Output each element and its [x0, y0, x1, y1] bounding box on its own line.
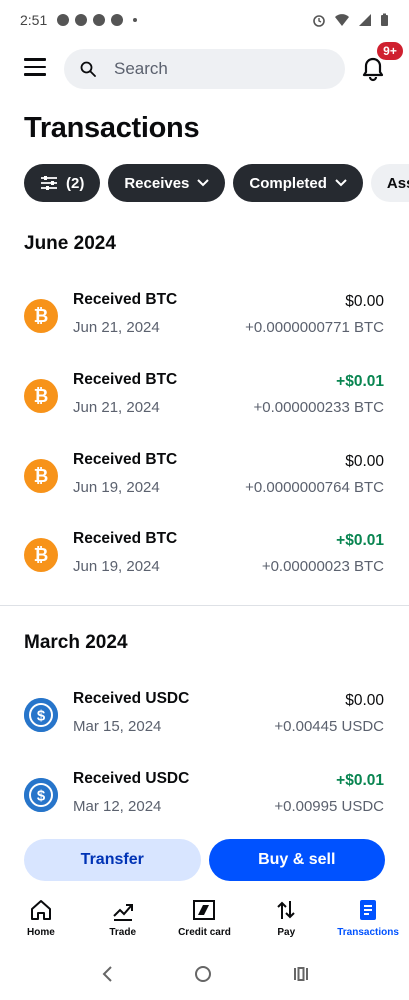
- wifi-icon: [335, 14, 349, 26]
- transaction-crypto-amount: +0.00995 USDC: [274, 798, 384, 815]
- alarm-icon: [313, 15, 325, 27]
- transaction-title: Received USDC: [73, 690, 190, 707]
- filter-status-label: Completed: [249, 174, 327, 192]
- system-nav-bar: [0, 958, 409, 994]
- filter-type-label: Receives: [124, 174, 190, 192]
- usdc-icon: $: [24, 698, 58, 732]
- action-bar: Transfer Buy & sell: [24, 839, 385, 881]
- facebook-icon: [57, 14, 70, 26]
- usdc-logo-icon: $: [24, 778, 58, 812]
- transaction-fiat-amount: +$0.01: [336, 772, 384, 789]
- filter-bar: (2) Receives Completed Ass: [24, 164, 409, 202]
- transaction-row[interactable]: ₿ Received BTC Jun 19, 2024 $0.00 +0.000…: [0, 445, 409, 509]
- transactions-icon: [360, 900, 377, 920]
- status-time: 2:51: [20, 12, 48, 28]
- nav-label: Credit card: [178, 927, 231, 938]
- home-circle-icon[interactable]: [193, 964, 213, 989]
- system-icons: [312, 13, 389, 27]
- transaction-crypto-amount: +0.000000233 BTC: [253, 399, 384, 416]
- recents-icon[interactable]: [292, 965, 310, 988]
- battery-icon: [381, 13, 388, 26]
- nav-label: Trade: [109, 927, 137, 938]
- filter-count-chip[interactable]: (2): [24, 164, 101, 202]
- nav-item-home[interactable]: Home: [1, 892, 81, 948]
- btc-icon: ₿: [24, 299, 58, 333]
- pay-icon: [277, 901, 295, 919]
- buy-sell-button[interactable]: Buy & sell: [208, 839, 385, 881]
- transaction-date: Jun 21, 2024: [73, 399, 160, 416]
- usdc-icon: $: [24, 778, 58, 812]
- signal-icon: [359, 14, 371, 26]
- transaction-fiat-amount: +$0.01: [336, 373, 384, 390]
- transaction-title: Received BTC: [73, 291, 178, 308]
- nav-item-credit-card[interactable]: Credit card: [164, 892, 244, 948]
- nav-label: Transactions: [337, 927, 399, 938]
- transaction-date: Mar 15, 2024: [73, 718, 162, 735]
- section-title-june: June 2024: [24, 233, 116, 254]
- filter-asset-label: Ass: [386, 174, 409, 192]
- status-bar: 2:51: [0, 0, 409, 40]
- transaction-title: Received USDC: [73, 770, 190, 787]
- trade-icon: [112, 904, 133, 921]
- section-divider: [0, 605, 409, 606]
- nav-item-transactions[interactable]: Transactions: [328, 892, 408, 948]
- transaction-row[interactable]: $ Received USDC Mar 12, 2024 +$0.01 +0.0…: [0, 764, 409, 828]
- search-input[interactable]: [114, 59, 334, 79]
- sliders-icon: [41, 176, 57, 190]
- transaction-title: Received BTC: [73, 371, 178, 388]
- transaction-fiat-amount: $0.00: [345, 293, 384, 310]
- btc-icon: ₿: [24, 538, 58, 572]
- transaction-crypto-amount: +0.0000000771 BTC: [245, 319, 384, 336]
- transaction-title: Received BTC: [73, 530, 178, 547]
- search-bar[interactable]: [64, 49, 345, 89]
- btc-icon: ₿: [24, 459, 58, 493]
- back-icon[interactable]: [100, 965, 114, 988]
- transaction-crypto-amount: +0.00000023 BTC: [261, 558, 384, 575]
- transaction-row[interactable]: ₿ Received BTC Jun 19, 2024 +$0.01 +0.00…: [0, 524, 409, 588]
- header: 9+: [0, 40, 409, 90]
- nav-label: Pay: [277, 927, 296, 938]
- usdc-logo-icon: $: [24, 698, 58, 732]
- transaction-row[interactable]: $ Received USDC Mar 15, 2024 $0.00 +0.00…: [0, 684, 409, 748]
- facebook-icon: [75, 14, 88, 26]
- filter-count-label: (2): [66, 174, 85, 192]
- transaction-fiat-amount: $0.00: [345, 453, 384, 470]
- more-dot-icon: [133, 18, 138, 22]
- search-icon: [80, 61, 96, 77]
- filter-asset-chip[interactable]: Ass: [370, 164, 409, 202]
- filter-type-chip[interactable]: Receives: [108, 164, 226, 202]
- transaction-fiat-amount: +$0.01: [336, 532, 384, 549]
- bottom-nav: Home Trade Credit card Pay Transactions: [0, 892, 409, 948]
- transaction-date: Jun 19, 2024: [73, 558, 160, 575]
- transaction-date: Jun 21, 2024: [73, 319, 160, 336]
- transaction-fiat-amount: $0.00: [345, 692, 384, 709]
- page-title: Transactions: [24, 112, 200, 144]
- menu-icon[interactable]: [24, 58, 46, 78]
- transaction-row[interactable]: ₿ Received BTC Jun 21, 2024 $0.00 +0.000…: [0, 285, 409, 349]
- transaction-date: Mar 12, 2024: [73, 798, 162, 815]
- chevron-down-icon: [197, 179, 210, 187]
- credit-card-icon: [193, 900, 216, 920]
- btc-icon: ₿: [24, 379, 58, 413]
- notification-icons: [57, 14, 138, 26]
- transaction-crypto-amount: +0.00445 USDC: [274, 718, 384, 735]
- home-icon: [30, 900, 51, 920]
- section-title-march: March 2024: [24, 632, 128, 653]
- transaction-date: Jun 19, 2024: [73, 479, 160, 496]
- filter-status-chip[interactable]: Completed: [233, 164, 363, 202]
- svg-text:$: $: [37, 788, 46, 805]
- nav-item-pay[interactable]: Pay: [246, 892, 326, 948]
- svg-text:$: $: [37, 708, 46, 725]
- transfer-button[interactable]: Transfer: [24, 839, 201, 881]
- facebook-icon: [93, 14, 106, 26]
- transaction-title: Received BTC: [73, 451, 178, 468]
- nav-item-trade[interactable]: Trade: [83, 892, 163, 948]
- nav-label: Home: [26, 927, 55, 938]
- transaction-crypto-amount: +0.0000000764 BTC: [245, 479, 384, 496]
- notification-badge: 9+: [375, 40, 405, 62]
- chevron-down-icon: [335, 179, 347, 187]
- messenger-icon: [111, 14, 124, 26]
- transaction-row[interactable]: ₿ Received BTC Jun 21, 2024 +$0.01 +0.00…: [0, 365, 409, 429]
